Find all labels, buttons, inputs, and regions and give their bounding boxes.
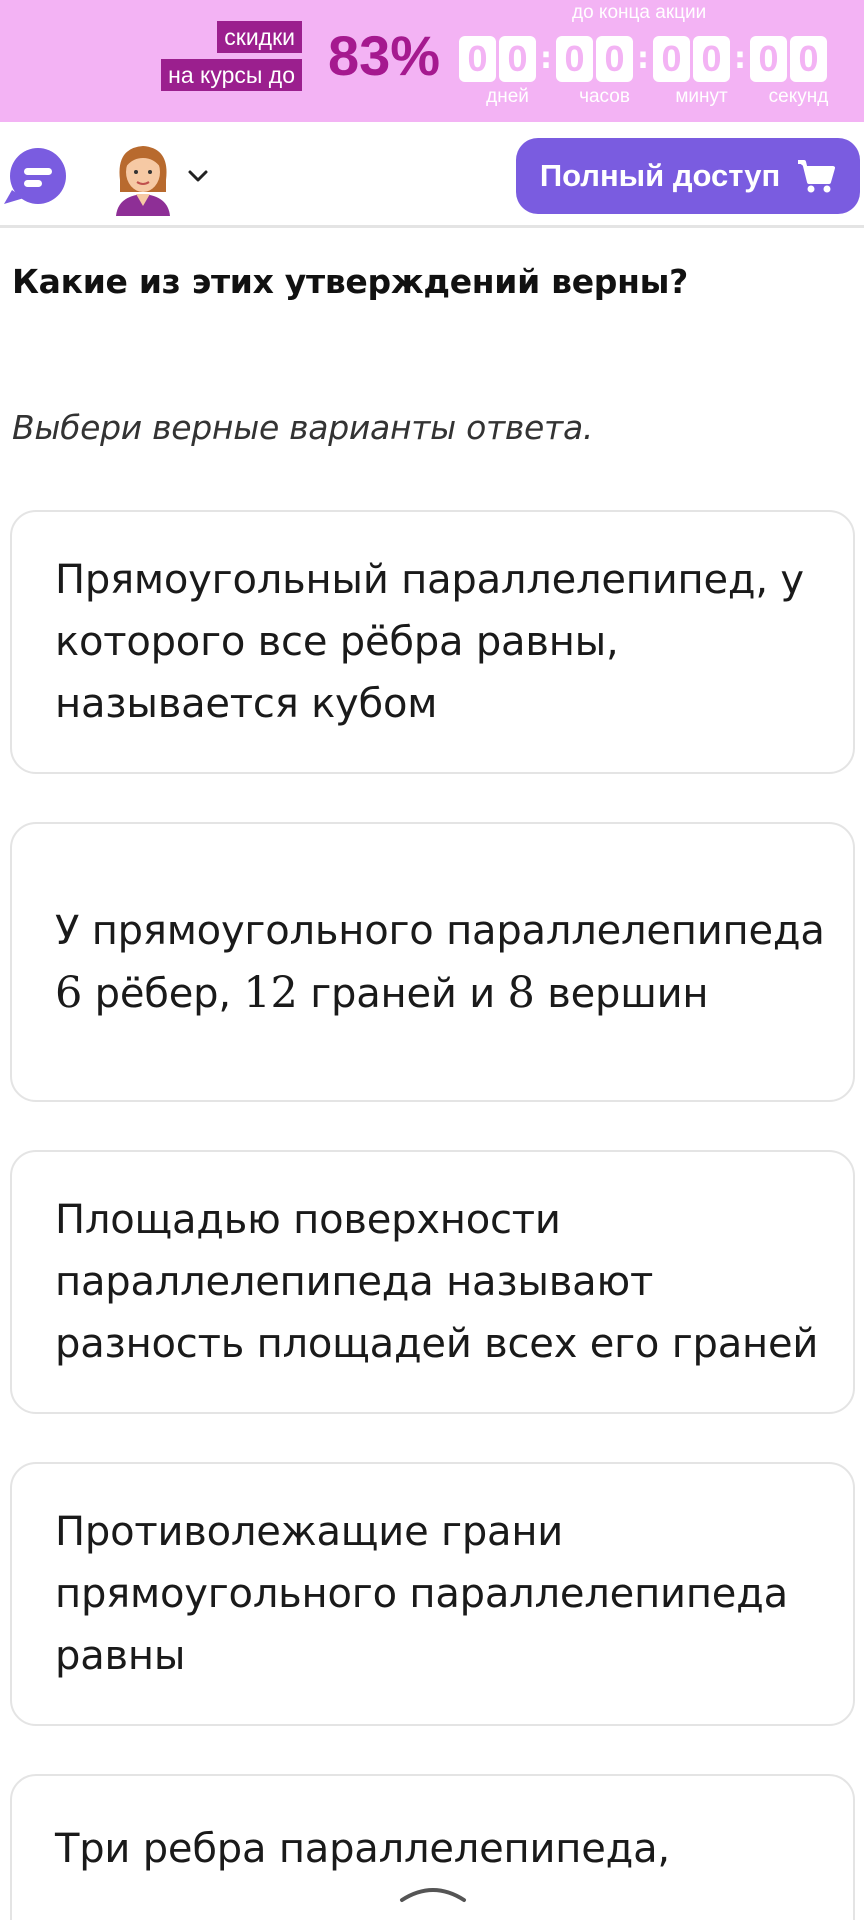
math-number: 12 [243, 967, 298, 1018]
promo-percent: 83% [328, 24, 441, 87]
countdown-separator: : [637, 41, 649, 76]
countdown-labels: дней часов минут секунд [459, 86, 847, 108]
answer-text-part: У прямоугольного параллелепипеда [55, 907, 825, 954]
answer-text-part: вершин [534, 970, 709, 1017]
countdown-digit: 0 [556, 36, 593, 82]
chevron-down-icon[interactable] [186, 164, 210, 188]
answer-option-text: Прямоугольный параллелепипед, у которого… [55, 557, 804, 727]
answer-option-text: Три ребра параллелепипеда, [55, 1826, 670, 1872]
countdown-digit: 0 [499, 36, 536, 82]
answer-option[interactable]: Площадью поверхности параллелепипеда наз… [10, 1150, 855, 1414]
countdown-digit: 0 [653, 36, 690, 82]
answer-text-part: рёбер, [82, 970, 244, 1017]
countdown-minutes: 0 0 [653, 36, 730, 82]
full-access-label: Полный доступ [539, 158, 781, 193]
countdown-seconds: 0 0 [750, 36, 827, 82]
cart-icon [798, 160, 836, 193]
answer-option[interactable]: Противолежащие грани прямоугольного пара… [10, 1462, 855, 1726]
promo-tag-line2: на курсы до [161, 59, 302, 91]
chevron-up-icon[interactable] [398, 1884, 468, 1904]
countdown-label-hours: часов [579, 86, 630, 107]
countdown-days: 0 0 [459, 36, 536, 82]
countdown-digit: 0 [459, 36, 496, 82]
full-access-button[interactable]: Полный доступ [516, 138, 860, 214]
promo-tag-line1: скидки [217, 21, 302, 53]
countdown-timer: 0 0 : 0 0 : 0 0 : 0 0 [459, 36, 827, 82]
answer-option[interactable]: Прямоугольный параллелепипед, у которого… [10, 510, 855, 774]
answer-option-text: Противолежащие грани прямоугольного пара… [55, 1509, 788, 1679]
countdown-digit: 0 [693, 36, 730, 82]
question-instruction: Выбери верные варианты ответа. [12, 408, 594, 447]
math-number: 8 [507, 967, 535, 1018]
countdown-separator: : [540, 41, 552, 76]
countdown-label-days: дней [486, 86, 529, 107]
teacher-avatar[interactable] [110, 140, 176, 216]
countdown-digit: 0 [596, 36, 633, 82]
promo-banner[interactable]: скидки на курсы до 83% до конца акции 0 … [0, 0, 864, 122]
countdown-label-seconds: секунд [768, 86, 829, 107]
countdown-label-minutes: минут [675, 86, 728, 107]
top-header: Полный доступ [0, 122, 864, 228]
answer-text-part: граней и [297, 970, 508, 1017]
countdown-separator: : [734, 41, 746, 76]
chat-bubble-icon[interactable] [2, 146, 68, 208]
countdown-hours: 0 0 [556, 36, 633, 82]
answer-option-text: У прямоугольного параллелепипеда 6 рёбер… [55, 900, 825, 1025]
countdown-digit: 0 [790, 36, 827, 82]
question-title: Какие из этих утверждений верны? [12, 262, 689, 301]
math-number: 6 [55, 967, 83, 1018]
countdown-caption: до конца акции [572, 2, 707, 23]
answer-option-text: Площадью поверхности параллелепипеда наз… [55, 1197, 819, 1367]
countdown-digit: 0 [750, 36, 787, 82]
answer-option[interactable]: У прямоугольного параллелепипеда 6 рёбер… [10, 822, 855, 1102]
